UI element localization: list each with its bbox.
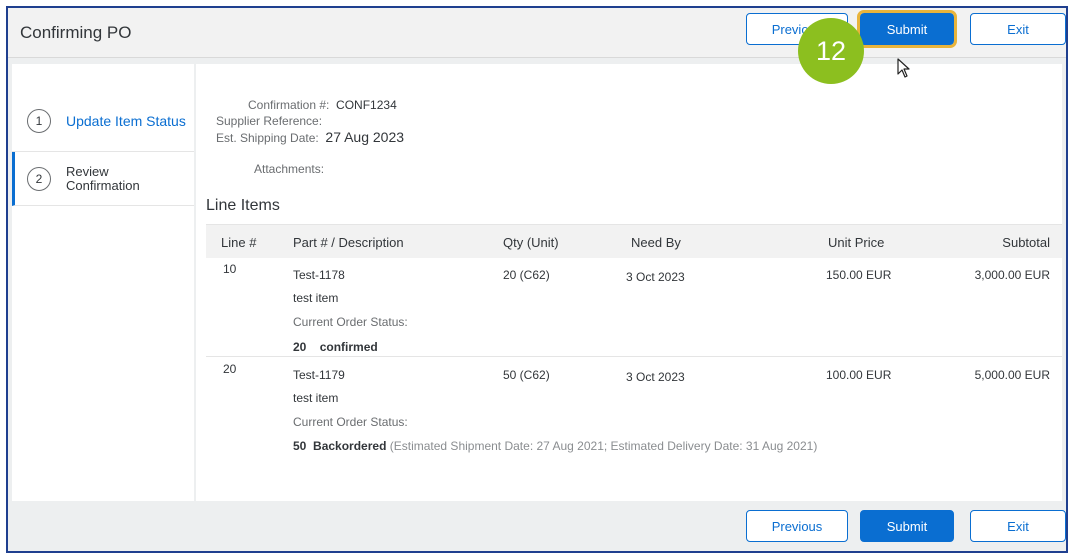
step-update-item-status[interactable]: 1 Update Item Status	[12, 90, 194, 152]
exit-button-top[interactable]: Exit	[970, 13, 1066, 45]
current-order-status-label: Current Order Status:	[293, 315, 408, 329]
line-number: 10	[223, 262, 237, 276]
step-label: Review Confirmation	[66, 163, 140, 193]
step-callout-badge: 12	[798, 18, 864, 84]
step-label-line1: Review	[66, 163, 109, 179]
current-order-status-label: Current Order Status:	[293, 415, 408, 429]
main-content: Confirmation #: CONF1234 Supplier Refere…	[196, 64, 1062, 502]
column-need-by: Need By	[631, 235, 681, 250]
status-text: Backordered	[313, 439, 387, 453]
submit-button-top[interactable]: Submit	[857, 10, 957, 48]
previous-button-bottom[interactable]: Previous	[746, 510, 848, 542]
row-divider	[206, 356, 1062, 357]
mouse-pointer-icon	[897, 58, 911, 83]
status-quantity: 50	[293, 439, 307, 453]
step-label-line2: Confirmation	[66, 177, 140, 193]
need-by-date: 3 Oct 2023	[626, 370, 685, 384]
supplier-reference-row: Supplier Reference:	[216, 114, 322, 128]
guided-steps-panel: 1 Update Item Status 2 Review Confirmati…	[12, 64, 194, 502]
attachments-row: Attachments:	[254, 162, 324, 176]
status-quantity: 20	[293, 340, 307, 354]
footer-bar: Previous Submit Exit	[8, 501, 1066, 551]
order-status: 50 Backordered (Estimated Shipment Date:…	[293, 439, 817, 453]
shipping-date-value: 27 Aug 2023	[325, 129, 405, 145]
supplier-reference-label: Supplier Reference:	[216, 114, 323, 128]
page-title: Confirming PO	[20, 23, 132, 42]
column-line-number: Line #	[221, 235, 257, 250]
exit-button-bottom[interactable]: Exit	[970, 510, 1066, 542]
step-label: Update Item Status	[66, 112, 186, 129]
unit-price: 100.00 EUR	[826, 368, 892, 382]
subtotal: 5,000.00 EUR	[974, 368, 1050, 382]
line-number: 20	[223, 362, 237, 376]
order-status: 20 confirmed	[293, 340, 378, 354]
confirming-po-window: Confirming PO Previous Submit Exit 12 1 …	[6, 6, 1068, 553]
part-number: Test-1179	[293, 368, 345, 382]
quantity-unit: 50 (C62)	[503, 368, 550, 382]
status-note: (Estimated Shipment Date: 27 Aug 2021; E…	[389, 439, 818, 453]
attachments-label: Attachments:	[254, 162, 325, 176]
unit-price: 150.00 EUR	[826, 268, 892, 282]
header-bar: Confirming PO Previous Submit Exit	[8, 8, 1066, 58]
line-items-title: Line Items	[206, 197, 280, 214]
shipping-date-row: Est. Shipping Date: 27 Aug 2023	[216, 129, 404, 145]
submit-button-bottom[interactable]: Submit	[860, 510, 954, 542]
confirmation-number-value: CONF1234	[336, 98, 397, 112]
step-number: 1	[27, 108, 51, 133]
column-qty-unit: Qty (Unit)	[503, 235, 559, 250]
column-unit-price: Unit Price	[828, 235, 885, 250]
column-part-description: Part # / Description	[293, 235, 404, 250]
subtotal: 3,000.00 EUR	[974, 268, 1050, 282]
quantity-unit: 20 (C62)	[503, 268, 550, 282]
part-description: test item	[293, 391, 339, 405]
part-description: test item	[293, 291, 339, 305]
confirmation-number-label: Confirmation #:	[248, 98, 330, 112]
shipping-date-label: Est. Shipping Date:	[216, 131, 319, 145]
step-review-confirmation[interactable]: 2 Review Confirmation	[12, 152, 194, 206]
column-subtotal: Subtotal	[1002, 235, 1050, 250]
step-number: 2	[27, 166, 51, 191]
part-number: Test-1178	[293, 268, 345, 282]
confirmation-number-row: Confirmation #: CONF1234	[248, 98, 397, 112]
line-items-table-header: Line # Part # / Description Qty (Unit) N…	[206, 224, 1062, 258]
status-text: confirmed	[319, 340, 378, 354]
need-by-date: 3 Oct 2023	[626, 270, 685, 284]
